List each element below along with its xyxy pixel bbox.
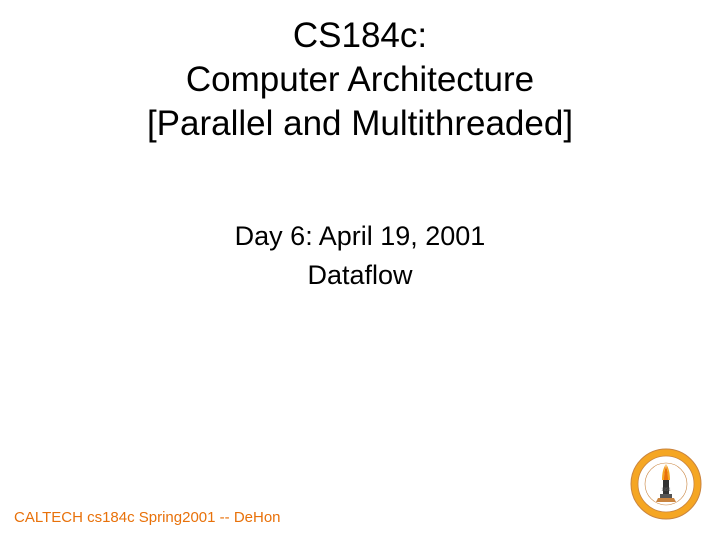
seal-year: 1891 (661, 488, 672, 493)
slide-subtitle: Day 6: April 19, 2001 Dataflow (0, 217, 720, 295)
title-line-2: Computer Architecture (0, 58, 720, 102)
slide-title: CS184c: Computer Architecture [Parallel … (0, 0, 720, 145)
subtitle-line-1: Day 6: April 19, 2001 (0, 217, 720, 256)
title-line-3: [Parallel and Multithreaded] (0, 102, 720, 146)
caltech-seal-icon: 1891 (630, 448, 702, 520)
title-line-1: CS184c: (0, 14, 720, 58)
footer-text: CALTECH cs184c Spring2001 -- DeHon (14, 509, 281, 526)
subtitle-line-2: Dataflow (0, 256, 720, 295)
